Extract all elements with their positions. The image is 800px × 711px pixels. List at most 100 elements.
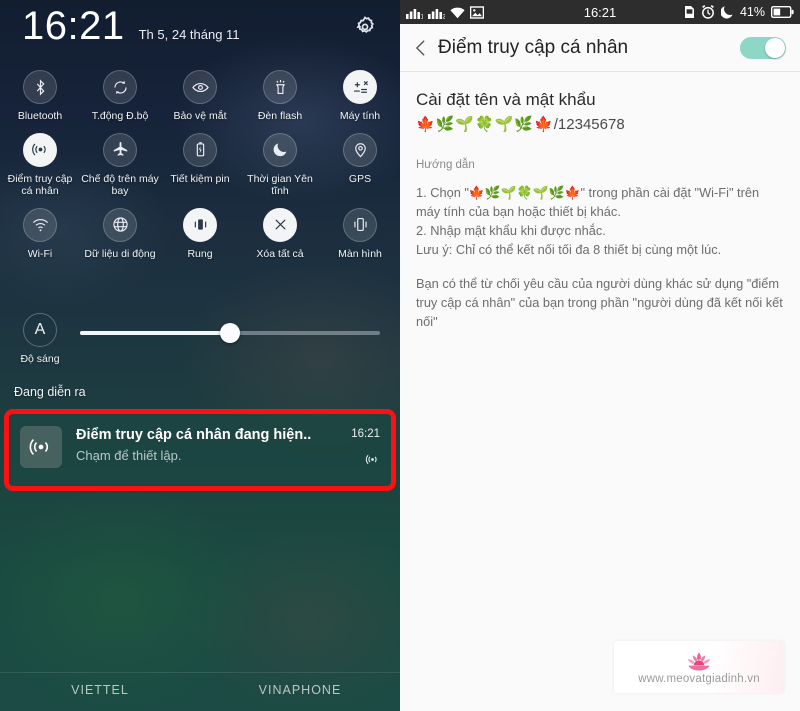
- quick-toggle-airplane-mode[interactable]: Chế độ trên máy bay: [80, 123, 160, 198]
- notification-subtitle: Chạm để thiết lập.: [76, 448, 182, 463]
- quick-toggle-label: Màn hình: [338, 247, 382, 260]
- status-bar-right: 41%: [684, 5, 794, 19]
- eye-icon: [183, 70, 217, 104]
- quick-toggle-label: GPS: [348, 172, 372, 185]
- screen-rotate-icon: [343, 207, 377, 242]
- quick-toggle-label: Bảo vệ mắt: [173, 110, 227, 122]
- quick-toggle-label: Xóa tất cả: [256, 247, 304, 260]
- quick-toggle-label: T.động Đ.bộ: [91, 110, 149, 122]
- quick-toggle-label: Wi-Fi: [27, 247, 53, 260]
- hotspot-settings-screen: 1 2 16:21 41% Điểm truy cập cá nhân Cài …: [400, 0, 800, 711]
- quick-toggle-auto-sync[interactable]: T.động Đ.bộ: [80, 60, 160, 123]
- calculator-icon: [343, 70, 377, 104]
- carrier-label-sim1: VIETTEL: [71, 683, 129, 697]
- quick-toggle-label: Điểm truy cập cá nhân: [7, 172, 73, 198]
- guide-line-3: Lưu ý: Chỉ có thể kết nối tối đa 8 thiết…: [416, 242, 722, 257]
- gear-icon[interactable]: [352, 14, 378, 40]
- quick-toggle-grid: Bluetooth T.động Đ.bộ Bảo vệ mắt Đèn fla…: [0, 60, 400, 260]
- quick-toggle-label: Thời gian Yên tĩnh: [247, 172, 313, 198]
- notification-card-hotspot[interactable]: Điểm truy cập cá nhân đang hiện.. Chạm đ…: [10, 414, 390, 486]
- location-pin-icon: [343, 132, 377, 167]
- guide-section-label: Hướng dẫn: [416, 159, 475, 171]
- chevron-left-icon[interactable]: [410, 37, 432, 59]
- quick-toggle-screen[interactable]: Màn hình: [320, 198, 400, 261]
- clock-block: 16:21 Th 5, 24 tháng 11: [22, 6, 240, 46]
- wifi-icon: [23, 207, 57, 242]
- hotspot-icon: [20, 426, 62, 468]
- flashlight-icon: [263, 70, 297, 104]
- brightness-label: Độ sáng: [20, 353, 60, 365]
- alarm-clock-icon: [701, 5, 715, 19]
- quick-toggle-mobile-data[interactable]: Dữ liệu di động: [80, 198, 160, 261]
- airplane-icon: [103, 132, 137, 167]
- divider: [0, 672, 400, 673]
- watermark: www.meovatgiadinh.vn: [614, 641, 784, 693]
- switch-knob: [765, 37, 785, 58]
- notification-meta: 16:21: [334, 426, 380, 467]
- lotus-logo-icon: [682, 650, 716, 672]
- globe-icon: [103, 207, 137, 242]
- quick-toggle-label: Bluetooth: [17, 110, 63, 122]
- brightness-row: A Độ sáng: [0, 307, 400, 365]
- status-bar: 1 2 16:21 41%: [400, 0, 800, 24]
- quick-toggle-label: Rung: [187, 247, 213, 260]
- carrier-bar: VIETTEL VINAPHONE: [0, 683, 400, 697]
- sim-card-icon: [684, 5, 695, 19]
- brightness-auto-badge[interactable]: A Độ sáng: [0, 307, 80, 365]
- password-value: /12345678: [553, 115, 625, 133]
- battery-percent-label: 41%: [739, 5, 765, 19]
- quick-toggle-label: Chế độ trên máy bay: [81, 172, 159, 198]
- quick-toggle-flashlight[interactable]: Đèn flash: [240, 60, 320, 123]
- notification-title: Điểm truy cập cá nhân đang hiện..: [76, 427, 312, 443]
- page-title: Điểm truy cập cá nhân: [438, 36, 629, 58]
- moon-icon: [263, 132, 297, 167]
- bluetooth-icon: [23, 70, 57, 104]
- slider-fill: [80, 331, 230, 335]
- auto-brightness-icon: A: [23, 313, 57, 347]
- quick-toggle-quiet-time[interactable]: Thời gian Yên tĩnh: [240, 123, 320, 198]
- watermark-text: www.meovatgiadinh.vn: [638, 672, 760, 685]
- quick-toggle-wifi[interactable]: Wi-Fi: [0, 198, 80, 261]
- guide-line-2: 2. Nhập mật khẩu khi được nhắc.: [416, 223, 606, 238]
- quick-toggle-label: Đèn flash: [257, 110, 303, 122]
- quick-toggle-bluetooth[interactable]: Bluetooth: [0, 60, 80, 123]
- notification-time: 16:21: [351, 428, 380, 440]
- hotspot-icon: [23, 132, 57, 167]
- guide-line-1: 1. Chọn "🍁🌿🌱🍀🌱🌿🍁" trong phần cài đặt "Wi…: [416, 185, 760, 219]
- slider-thumb[interactable]: [220, 323, 240, 343]
- hotspot-icon: [334, 452, 380, 467]
- quick-toggle-label: Tiết kiệm pin: [170, 172, 230, 185]
- close-x-icon: [263, 207, 297, 242]
- quick-toggle-label: Dữ liệu di động: [84, 247, 156, 260]
- brightness-slider[interactable]: [80, 307, 400, 343]
- battery-icon: [771, 6, 794, 18]
- vibrate-icon: [183, 207, 217, 242]
- quick-toggle-calculator[interactable]: Máy tính: [320, 60, 400, 123]
- name-password-setting-title[interactable]: Cài đặt tên và mật khẩu: [416, 90, 784, 110]
- carrier-label-sim2: VINAPHONE: [258, 683, 342, 697]
- app-bar: Điểm truy cập cá nhân: [400, 24, 800, 72]
- moon-icon: [720, 5, 734, 19]
- battery-saver-icon: [183, 132, 217, 167]
- ssid-password-row[interactable]: 🍁🌿🌱🍀🌱🌿🍁 /12345678: [416, 115, 784, 133]
- quick-toggle-personal-hotspot[interactable]: Điểm truy cập cá nhân: [0, 123, 80, 198]
- slider-track[interactable]: [80, 323, 380, 343]
- quick-toggle-vibrate[interactable]: Rung: [160, 198, 240, 261]
- quick-toggle-row: Điểm truy cập cá nhân Chế độ trên máy ba…: [0, 123, 400, 198]
- quick-toggle-clear-all[interactable]: Xóa tất cả: [240, 198, 320, 261]
- quick-toggle-row: Wi-Fi Dữ liệu di động Rung Xóa tất cả Mà…: [0, 198, 400, 261]
- clock-date: Th 5, 24 tháng 11: [138, 27, 240, 42]
- ssid-value: 🍁🌿🌱🍀🌱🌿🍁: [416, 115, 554, 133]
- quick-toggle-eye-protect[interactable]: Bảo vệ mắt: [160, 60, 240, 123]
- guide-line-4: Bạn có thể từ chối yêu cầu của người dùn…: [416, 276, 783, 329]
- quick-toggle-label: Máy tính: [339, 110, 381, 122]
- quick-toggle-battery-saver[interactable]: Tiết kiệm pin: [160, 123, 240, 198]
- ongoing-section-label: Đang diễn ra: [14, 385, 86, 399]
- quick-settings-shade: 16:21 Th 5, 24 tháng 11 Bluetooth T.động…: [0, 0, 400, 711]
- clock-time: 16:21: [22, 4, 125, 48]
- hotspot-toggle-switch[interactable]: [740, 36, 786, 59]
- quick-toggle-row: Bluetooth T.động Đ.bộ Bảo vệ mắt Đèn fla…: [0, 60, 400, 123]
- notification-text: Điểm truy cập cá nhân đang hiện.. Chạm đ…: [62, 426, 334, 463]
- quick-toggle-gps[interactable]: GPS: [320, 123, 400, 198]
